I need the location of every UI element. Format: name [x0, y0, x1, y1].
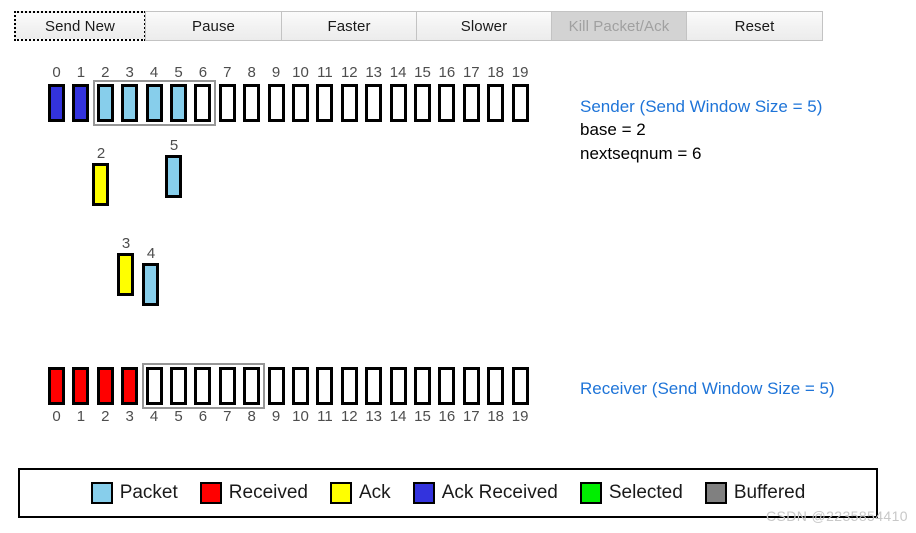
- receiver-slot-label: 13: [365, 408, 383, 425]
- in-flight-packet-label: 5: [169, 137, 179, 154]
- receiver-slot-label: 6: [198, 408, 208, 425]
- receiver-slot-label: 19: [511, 408, 529, 425]
- in-flight-packet[interactable]: [165, 155, 182, 198]
- receiver-slot-label: 1: [76, 408, 86, 425]
- legend-item: Received: [199, 482, 308, 504]
- sender-base-value: base = 2: [580, 120, 646, 139]
- receiver-slot-label: 7: [223, 408, 232, 425]
- in-flight-packet-label: 4: [146, 245, 156, 262]
- receiver-slot-label: 0: [52, 408, 61, 425]
- receiver-slot-label: 12: [340, 408, 358, 425]
- receiver-slot[interactable]: [121, 367, 139, 405]
- receiver-slot-label: 5: [174, 408, 183, 425]
- legend-swatch-received: [199, 482, 222, 504]
- legend-label: Ack Received: [441, 482, 558, 503]
- receiver-slot[interactable]: [340, 367, 358, 405]
- receiver-slot[interactable]: [72, 367, 90, 405]
- receiver-slot-label: 17: [462, 408, 480, 425]
- receiver-slot[interactable]: [243, 367, 261, 405]
- in-flight-packet[interactable]: [142, 263, 159, 306]
- legend-item: Buffered: [704, 482, 806, 504]
- legend-item: Selected: [579, 482, 683, 504]
- receiver-slot[interactable]: [267, 367, 285, 405]
- receiver-slot[interactable]: [218, 367, 236, 405]
- receiver-slot-label: 3: [125, 408, 134, 425]
- sender-title: Sender (Send Window Size = 5): [580, 97, 823, 116]
- receiver-slot-label: 11: [317, 408, 333, 425]
- legend-item: Ack Received: [412, 482, 558, 504]
- receiver-slot[interactable]: [462, 367, 480, 405]
- receiver-slot-label: 18: [487, 408, 505, 425]
- receiver-slot-label: 8: [247, 408, 256, 425]
- receiver-slot[interactable]: [96, 367, 114, 405]
- in-flight-packet-label: 2: [96, 145, 106, 162]
- legend-swatch-ack-received: [412, 482, 435, 504]
- receiver-slot[interactable]: [48, 367, 65, 405]
- legend-item: Packet: [90, 482, 178, 504]
- receiver-slot[interactable]: [487, 367, 505, 405]
- receiver-slot[interactable]: [170, 367, 187, 405]
- receiver-slot[interactable]: [438, 367, 456, 405]
- receiver-slot[interactable]: [389, 367, 407, 405]
- receiver-slot[interactable]: [145, 367, 163, 405]
- receiver-slot[interactable]: [316, 367, 334, 405]
- in-flight-packet[interactable]: [117, 253, 134, 296]
- legend-panel: Packet Received Ack Ack Received Selected Buf…: [18, 468, 878, 518]
- receiver-title: Receiver (Send Window Size = 5): [580, 379, 835, 398]
- receiver-slot-label: 9: [271, 408, 281, 425]
- receiver-slot-label: 16: [438, 408, 456, 425]
- receiver-slot-label: 14: [389, 408, 407, 425]
- legend-label: Packet: [119, 482, 178, 503]
- receiver-slot[interactable]: [365, 367, 383, 405]
- in-flight-packet-label: 3: [121, 235, 131, 252]
- legend-label: Ack: [359, 482, 391, 503]
- legend-label: Received: [228, 482, 308, 503]
- receiver-slot-label: 15: [414, 408, 431, 425]
- legend-swatch-packet: [90, 482, 113, 504]
- legend-label: Buffered: [733, 482, 806, 503]
- receiver-slot[interactable]: [194, 367, 212, 405]
- receiver-slot[interactable]: [511, 367, 529, 405]
- legend-item: Ack: [330, 482, 391, 504]
- legend-swatch-buffered: [704, 482, 727, 504]
- receiver-slot-label: 2: [101, 408, 110, 425]
- receiver-slot[interactable]: [292, 367, 309, 405]
- legend-swatch-selected: [579, 482, 602, 504]
- legend-label: Selected: [608, 482, 683, 503]
- receiver-slot-label: 10: [292, 408, 309, 425]
- in-flight-packet[interactable]: [92, 163, 109, 206]
- legend-swatch-ack: [330, 482, 352, 504]
- sender-nextseqnum-value: nextseqnum = 6: [580, 144, 702, 163]
- receiver-slot-label: 4: [149, 408, 159, 425]
- receiver-slot[interactable]: [414, 367, 431, 405]
- watermark-text: CSDN @2235854410: [765, 508, 908, 524]
